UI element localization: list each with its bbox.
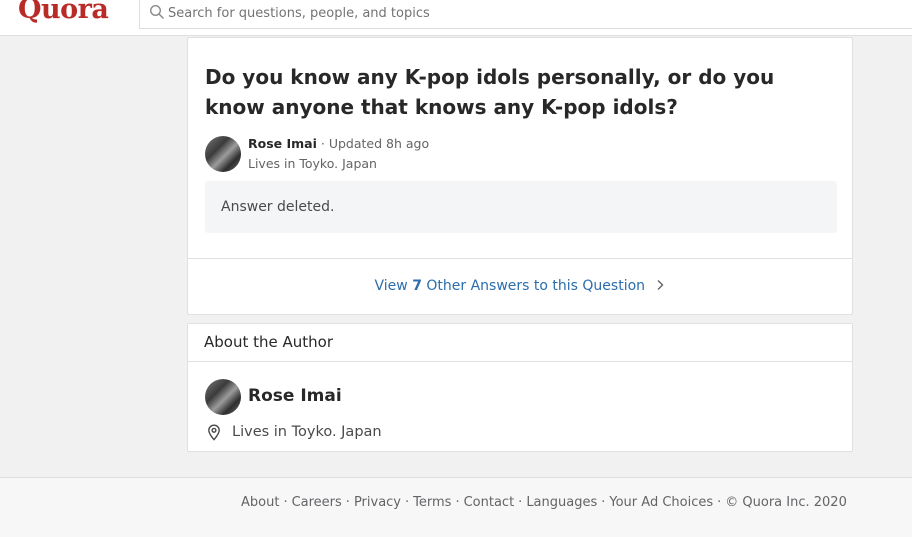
author-credential: Lives in Toyko. Japan (248, 156, 377, 171)
avatar[interactable] (205, 136, 241, 172)
about-author-name[interactable]: Rose Imai (248, 386, 342, 406)
search-input[interactable] (168, 2, 768, 24)
view-other-answers-link[interactable]: View 7 Other Answers to this Question (188, 278, 852, 294)
separator: · (283, 495, 288, 510)
search-bar[interactable] (139, 0, 912, 29)
view-suffix: Other Answers to this Question (426, 278, 646, 294)
updated-time: · Updated 8h ago (320, 136, 430, 151)
search-icon (149, 4, 164, 19)
footer-link-about[interactable]: About (241, 495, 279, 510)
footer-link-privacy[interactable]: Privacy (354, 495, 401, 510)
copyright: © Quora Inc. 2020 (725, 495, 847, 510)
footer-link-languages[interactable]: Languages (526, 495, 597, 510)
about-author-card: About the Author Rose Imai Lives in Toyk… (187, 323, 853, 452)
view-prefix: View (374, 278, 408, 294)
chevron-right-icon (657, 280, 664, 290)
answer-card: Do you know any K-pop idols personally, … (187, 37, 853, 315)
about-author-location: Lives in Toyko. Japan (232, 424, 382, 440)
separator: · (717, 495, 722, 510)
location-pin-icon (208, 424, 220, 441)
deleted-answer-notice: Answer deleted. (205, 181, 837, 233)
avatar[interactable] (205, 379, 241, 415)
separator: · (345, 495, 350, 510)
separator: · (455, 495, 460, 510)
question-title[interactable]: Do you know any K-pop idols personally, … (205, 62, 835, 122)
author-line: Rose Imai · Updated 8h ago (248, 136, 429, 151)
top-header: Quora (0, 0, 912, 36)
separator: · (518, 495, 523, 510)
footer-links: About · Careers · Privacy · Terms · Contact · Lang… (241, 495, 847, 510)
other-answers-count: 7 (412, 278, 422, 294)
footer-link-contact[interactable]: Contact (464, 495, 515, 510)
author-name[interactable]: Rose Imai (248, 136, 317, 151)
quora-logo[interactable]: Quora (18, 0, 109, 25)
footer-link-careers[interactable]: Careers (292, 495, 342, 510)
separator: · (601, 495, 606, 510)
about-author-heading: About the Author (188, 324, 852, 362)
footer-link-ad-choices[interactable]: Your Ad Choices (609, 495, 713, 510)
divider (188, 258, 852, 259)
footer: About · Careers · Privacy · Terms · Contact · Lang… (0, 477, 912, 537)
footer-link-terms[interactable]: Terms (413, 495, 451, 510)
separator: · (405, 495, 410, 510)
